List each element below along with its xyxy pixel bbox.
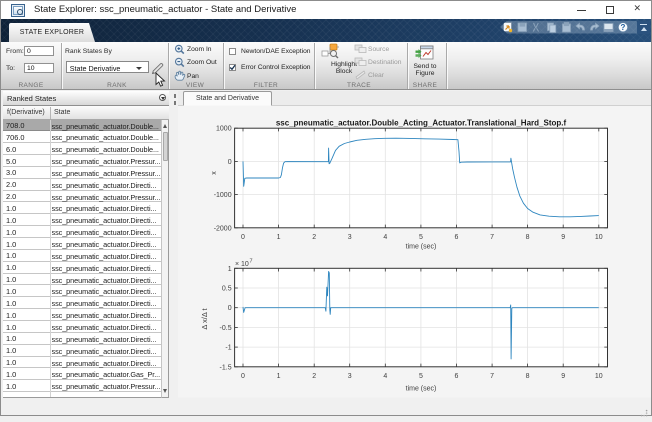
svg-text:6: 6 (455, 234, 459, 241)
svg-text:0: 0 (228, 159, 232, 166)
svg-text:ssc_pneumatic_actuator.Double_: ssc_pneumatic_actuator.Double_Acting_Act… (276, 119, 567, 128)
svg-text:6: 6 (455, 373, 459, 380)
svg-text:7: 7 (490, 234, 494, 241)
svg-text:9: 9 (561, 373, 565, 380)
svg-text:-1: -1 (225, 345, 231, 352)
svg-text:Δ x/Δ t: Δ x/Δ t (200, 307, 209, 329)
svg-text:1: 1 (277, 234, 281, 241)
svg-text:-1.5: -1.5 (220, 364, 232, 371)
svg-text:8: 8 (526, 373, 530, 380)
svg-text:0: 0 (228, 305, 232, 312)
svg-text:5: 5 (419, 373, 423, 380)
svg-text:0.5: 0.5 (222, 286, 232, 293)
svg-text:7: 7 (250, 259, 253, 265)
svg-text:× 10: × 10 (235, 261, 249, 268)
svg-text:1: 1 (228, 266, 232, 273)
svg-text:3: 3 (348, 234, 352, 241)
svg-text:1000: 1000 (216, 126, 232, 133)
svg-text:3: 3 (348, 373, 352, 380)
svg-text:time (sec): time (sec) (406, 244, 437, 251)
svg-text:0: 0 (241, 373, 245, 380)
svg-text:2: 2 (312, 373, 316, 380)
svg-text:9: 9 (561, 234, 565, 241)
svg-text:8: 8 (526, 234, 530, 241)
svg-text:4: 4 (383, 234, 387, 241)
svg-text:10: 10 (595, 373, 603, 380)
svg-text:10: 10 (595, 234, 603, 241)
svg-text:1: 1 (277, 373, 281, 380)
svg-text:4: 4 (383, 373, 387, 380)
svg-text:2: 2 (312, 234, 316, 241)
svg-text:time (sec): time (sec) (406, 386, 437, 393)
svg-text:0: 0 (241, 234, 245, 241)
svg-text:7: 7 (490, 373, 494, 380)
svg-text:5: 5 (419, 234, 423, 241)
svg-text:-0.5: -0.5 (220, 325, 232, 332)
svg-text:-2000: -2000 (214, 225, 232, 232)
svg-text:x: x (211, 171, 218, 175)
svg-text:-1000: -1000 (214, 192, 232, 199)
